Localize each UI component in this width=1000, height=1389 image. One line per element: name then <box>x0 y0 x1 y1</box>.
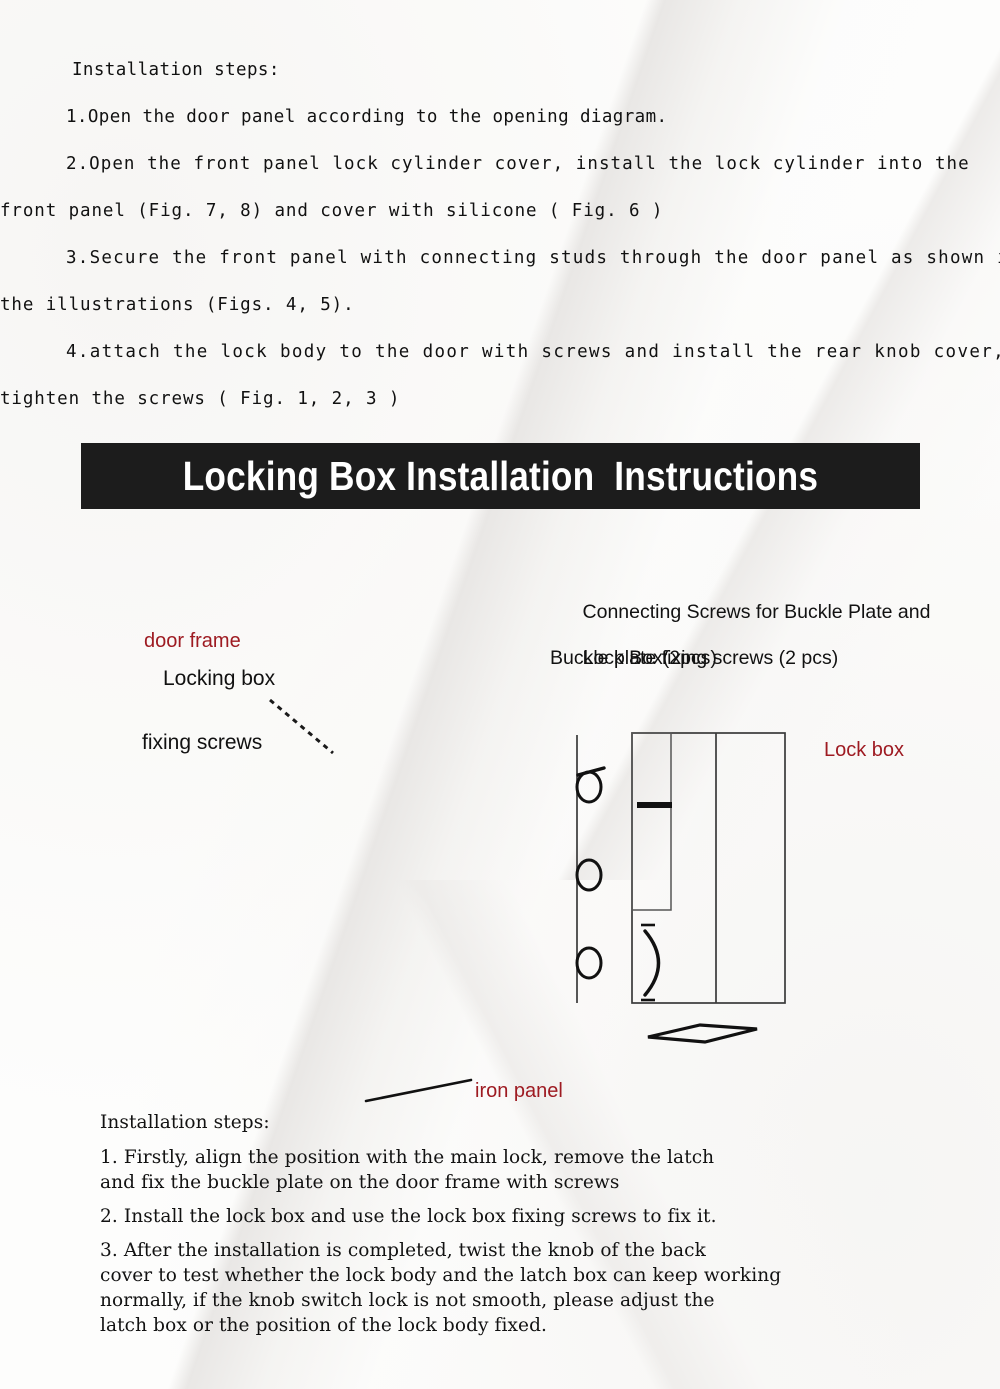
bottom-step-1: 1. Firstly, align the position with the … <box>100 1145 960 1195</box>
label-connecting-screws-line1: Connecting Screws for Buckle Plate and <box>582 601 931 623</box>
latch-channel <box>631 732 672 911</box>
label-locking-box: Locking box <box>163 667 276 690</box>
bottom-step-3-line3: normally, if the knob switch lock is not… <box>100 1290 715 1311</box>
screw-hole-1 <box>575 770 603 804</box>
lock-box-body <box>631 732 786 1004</box>
bottom-installation-steps: Installation steps: 1. Firstly, align th… <box>100 1110 960 1347</box>
label-door-frame: door frame <box>144 630 241 652</box>
screw-hole-2 <box>575 858 603 892</box>
leader-line-fixing-screws <box>269 698 334 755</box>
label-buckle-plate-fixing-screws: Buckle plate fixing screws (2 pcs) <box>550 647 839 669</box>
screw-hole-3 <box>575 946 603 980</box>
label-connecting-screws: Connecting Screws for Buckle Plate and L… <box>550 578 931 693</box>
bottom-step-3-line1: 3. After the installation is completed, … <box>100 1240 706 1261</box>
leader-line-iron-panel <box>364 1078 473 1103</box>
label-fixing-screws: fixing screws <box>142 731 263 754</box>
latch-curve <box>643 929 661 997</box>
label-lock-box: Lock box <box>824 739 905 761</box>
bottom-steps-heading: Installation steps: <box>100 1112 270 1133</box>
bottom-step-3: 3. After the installation is completed, … <box>100 1238 960 1338</box>
bottom-step-3-line4: latch box or the position of the lock bo… <box>100 1315 548 1336</box>
bottom-step-2-line1: 2. Install the lock box and use the lock… <box>100 1206 717 1227</box>
bottom-step-3-line2: cover to test whether the lock body and … <box>100 1265 782 1286</box>
bottom-step-2: 2. Install the lock box and use the lock… <box>100 1204 960 1229</box>
bottom-step-1-line2: and fix the buckle plate on the door fra… <box>100 1172 620 1193</box>
label-iron-panel: iron panel <box>475 1080 563 1102</box>
bottom-step-1-line1: 1. Firstly, align the position with the … <box>100 1147 715 1168</box>
buckle-plate-perspective <box>647 1023 758 1044</box>
installation-instruction-page: Installation steps: 1.Open the door pane… <box>0 0 1000 1389</box>
